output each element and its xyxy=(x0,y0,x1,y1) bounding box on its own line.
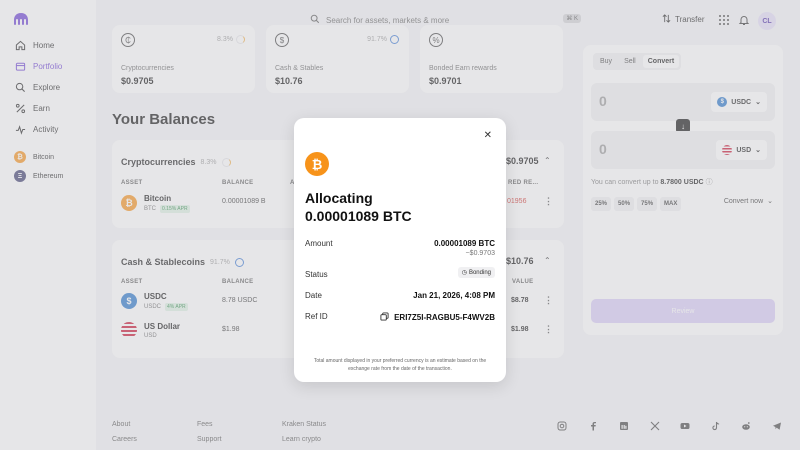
ref-value: ERI7Z5I-RAGBU5-F4WV2B xyxy=(394,313,495,322)
bitcoin-icon: ₿ xyxy=(305,152,329,176)
transaction-modal: ✕ ₿ Allocating 0.00001089 BTC Amount 0.0… xyxy=(294,118,506,382)
date-label: Date xyxy=(305,291,322,300)
close-icon[interactable]: ✕ xyxy=(484,130,492,141)
amount-label: Amount xyxy=(305,239,333,248)
amount-subvalue: ~$0.9703 xyxy=(465,250,495,257)
copy-icon[interactable] xyxy=(380,312,389,323)
ref-label: Ref ID xyxy=(305,312,328,321)
status-text: Bonding xyxy=(468,269,491,276)
date-value: Jan 21, 2026, 4:08 PM xyxy=(413,291,495,300)
status-badge: ◷ Bonding xyxy=(457,267,495,278)
clock-icon: ◷ xyxy=(461,270,467,276)
amount-value: 0.00001089 BTC xyxy=(434,239,495,248)
modal-title: Allocating xyxy=(305,190,373,206)
status-label: Status xyxy=(305,270,328,279)
modal-footnote: Total amount displayed in your preferred… xyxy=(313,358,487,372)
modal-title-amount: 0.00001089 BTC xyxy=(305,208,412,224)
ref-value-row[interactable]: ERI7Z5I-RAGBU5-F4WV2B xyxy=(380,312,495,323)
